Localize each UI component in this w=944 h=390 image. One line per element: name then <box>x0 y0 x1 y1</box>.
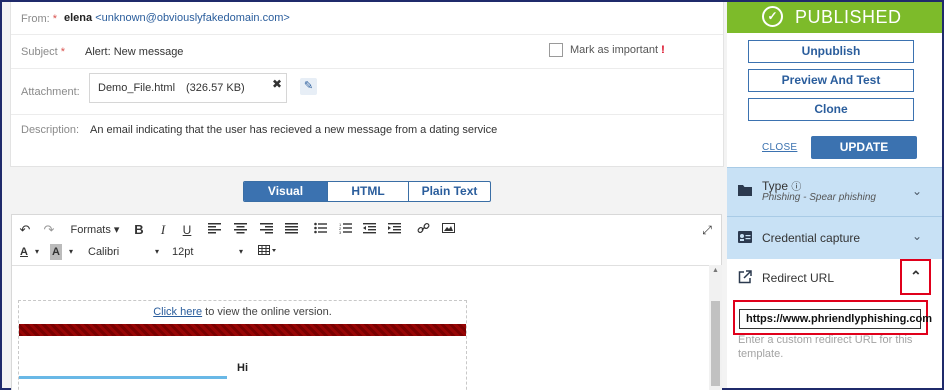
status-text: PUBLISHED <box>795 7 902 27</box>
indent-icon[interactable] <box>388 222 402 238</box>
preview-and-test-button[interactable]: Preview And Test <box>748 69 914 92</box>
redo-icon[interactable]: ↷ <box>42 222 56 238</box>
editor-toolbar-row-2: A ▾ A ▾ Calibri ▾ 12pt ▾ <box>12 241 721 263</box>
scrollbar-thumb[interactable] <box>711 301 720 386</box>
subject-row: Subject * Alert: New message Mark as impo… <box>11 35 723 69</box>
outdent-icon[interactable] <box>363 222 377 238</box>
plain-text-tab[interactable]: Plain Text <box>408 182 490 201</box>
attachment-name: Demo_File.html <box>98 82 176 94</box>
from-row: From: * elena <unknown@obviouslyfakedomai… <box>11 2 723 35</box>
numbered-list-icon[interactable]: 123 <box>339 222 353 238</box>
italic-icon[interactable]: I <box>156 222 170 238</box>
undo-icon[interactable]: ↶ <box>18 222 32 238</box>
background-color-dropdown-icon[interactable]: ▾ <box>66 244 76 260</box>
credential-capture-section[interactable]: Credential capture ⌄ <box>727 216 942 259</box>
attachment-row: Attachment: Demo_File.html (326.57 KB) ✖… <box>11 69 723 115</box>
online-version-line: Click here to view the online version. <box>153 306 332 318</box>
from-name: elena <box>64 12 93 24</box>
chevron-up-icon[interactable]: ⌃ <box>910 268 922 285</box>
greeting-text: Hi <box>237 362 248 374</box>
table-icon[interactable] <box>258 244 280 260</box>
folder-icon <box>738 184 752 199</box>
formats-dropdown[interactable]: Formats ▾ <box>70 222 120 238</box>
background-color-icon[interactable]: A <box>50 244 62 260</box>
remove-attachment-icon[interactable]: ✖ <box>267 77 287 91</box>
redirect-url-title: Redirect URL <box>762 271 835 285</box>
description-label: Description: <box>21 124 80 136</box>
unpublish-button[interactable]: Unpublish <box>748 40 914 63</box>
description-row: Description: An email indicating that th… <box>11 115 723 167</box>
clone-button[interactable]: Clone <box>748 98 914 121</box>
subject-label: Subject * <box>21 46 65 58</box>
chevron-down-icon[interactable]: ⌄ <box>912 184 922 198</box>
description-value[interactable]: An email indicating that the user has re… <box>90 124 497 136</box>
redirect-url-help: Enter a custom redirect URL for this tem… <box>738 334 913 360</box>
attachment-size: (326.57 KB) <box>186 82 245 94</box>
side-panel: ✓ PUBLISHED Unpublish Preview And Test C… <box>727 2 942 388</box>
header-banner <box>19 324 466 336</box>
font-family-select[interactable]: Calibri <box>88 244 158 260</box>
mark-important-label: Mark as important ! <box>570 44 665 56</box>
svg-text:3: 3 <box>339 230 342 234</box>
type-title: Type ⓘ <box>762 179 802 193</box>
bullet-list-icon[interactable] <box>314 222 328 238</box>
text-color-icon[interactable]: A <box>18 244 30 260</box>
align-center-icon[interactable] <box>234 222 248 238</box>
image-icon[interactable] <box>442 222 456 238</box>
html-tab[interactable]: HTML <box>327 182 408 201</box>
edit-attachment-icon[interactable]: ✎ <box>300 78 317 95</box>
editor-content[interactable]: Click here to view the online version. H… <box>12 265 709 390</box>
chevron-down-icon[interactable]: ⌄ <box>912 229 922 243</box>
from-email: <unknown@obviouslyfakedomain.com> <box>95 12 290 24</box>
close-link[interactable]: CLOSE <box>762 142 797 153</box>
external-link-icon <box>738 270 752 287</box>
type-section[interactable]: Type ⓘ Phishing - Spear phishing ⌄ <box>727 167 942 216</box>
attachment-file[interactable]: Demo_File.html (326.57 KB) <box>89 73 287 103</box>
align-right-icon[interactable] <box>260 222 274 238</box>
important-icon: ! <box>661 44 665 56</box>
font-family-dropdown-icon[interactable]: ▾ <box>152 244 162 260</box>
scroll-up-icon[interactable]: ▲ <box>709 267 722 274</box>
editor-scrollbar[interactable]: ▲ <box>709 265 722 390</box>
rich-text-editor: ↶ ↷ Formats ▾ B I U 123 ⤢ A ▾ A ▾ Calibr… <box>11 214 722 390</box>
subject-input[interactable]: Alert: New message <box>85 46 183 58</box>
status-banner: ✓ PUBLISHED <box>727 2 942 33</box>
email-editor-area: From: * elena <unknown@obviouslyfakedomai… <box>2 2 726 390</box>
underline-icon[interactable]: U <box>180 222 194 238</box>
update-button[interactable]: UPDATE <box>811 136 917 159</box>
view-toggle: Visual HTML Plain Text <box>243 181 491 202</box>
email-details-card: From: * elena <unknown@obviouslyfakedomai… <box>10 2 724 167</box>
email-preview: Click here to view the online version. H… <box>18 300 467 390</box>
credential-capture-title: Credential capture <box>762 231 861 245</box>
online-version-link[interactable]: Click here <box>153 306 202 318</box>
from-label: From: * <box>21 13 58 25</box>
link-icon[interactable] <box>417 222 431 238</box>
id-card-icon <box>738 231 752 246</box>
redirect-url-input[interactable]: https://www.phriendlyphishing.com <box>739 309 932 329</box>
align-justify-icon[interactable] <box>285 222 299 238</box>
type-value: Phishing - Spear phishing <box>762 192 876 203</box>
attachment-label: Attachment: <box>21 86 80 98</box>
font-size-select[interactable]: 12pt <box>172 244 232 260</box>
accent-line <box>19 376 227 379</box>
visual-tab[interactable]: Visual <box>244 182 327 201</box>
mark-important-checkbox[interactable] <box>549 43 563 57</box>
check-circle-icon: ✓ <box>762 6 783 27</box>
editor-toolbar-row-1: ↶ ↷ Formats ▾ B I U 123 ⤢ <box>12 219 721 241</box>
font-size-dropdown-icon[interactable]: ▾ <box>236 244 246 260</box>
align-left-icon[interactable] <box>208 222 222 238</box>
bold-icon[interactable]: B <box>132 222 146 238</box>
fullscreen-icon[interactable]: ⤢ <box>700 222 714 238</box>
from-value[interactable]: elena <unknown@obviouslyfakedomain.com> <box>64 12 290 24</box>
text-color-dropdown-icon[interactable]: ▾ <box>32 244 42 260</box>
